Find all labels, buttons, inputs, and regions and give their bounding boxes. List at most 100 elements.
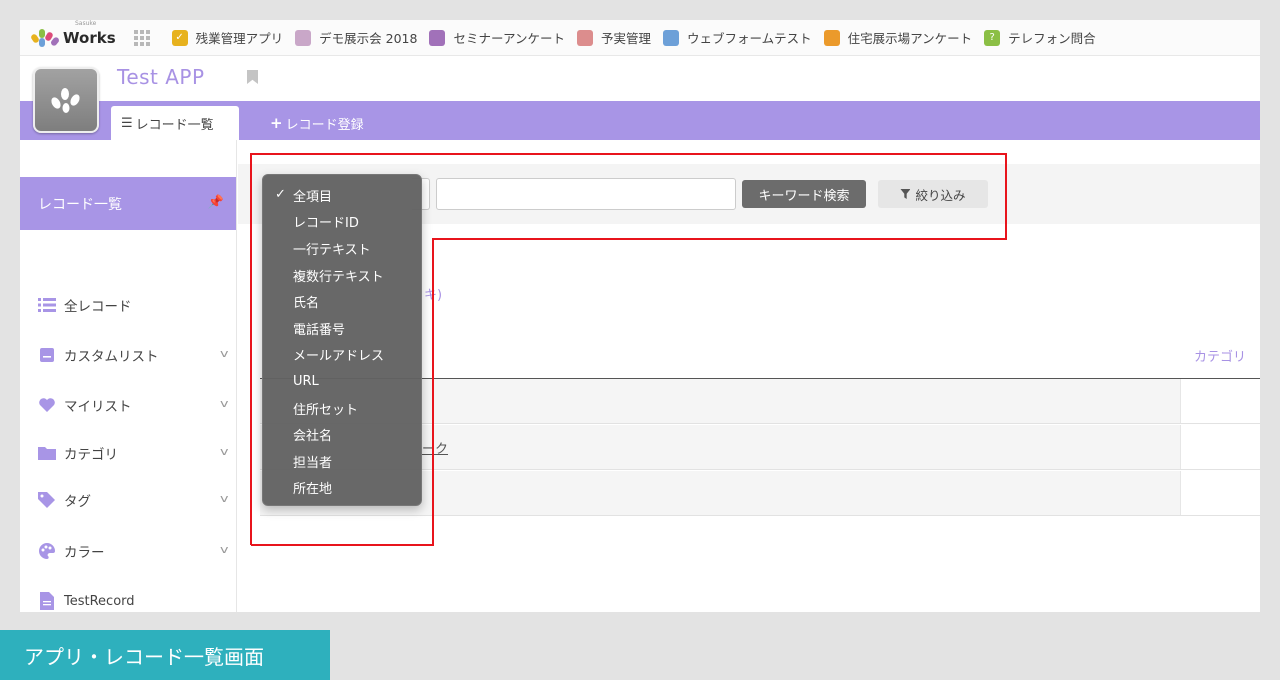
dropdown-option[interactable]: 氏名 [263, 288, 421, 315]
dropdown-option[interactable]: レコードID [263, 209, 421, 236]
bookmark-item[interactable]: セミナーアンケート [429, 28, 565, 47]
dropdown-option-label: 複数行テキスト [293, 269, 384, 285]
top-bar: Sasuke Works ✓ 残業管理アプリ デモ展示会 2018 セミナーアンケート… [20, 20, 1260, 56]
palette-icon [38, 543, 56, 559]
bookmark-item[interactable]: ? テレフォン問合 [984, 28, 1096, 47]
sidebar-item-label: カスタムリスト [64, 349, 159, 365]
app-title: Test APP [117, 65, 205, 89]
field-dropdown-menu[interactable]: ✓ 全項目レコードID 一行テキスト 複数行テキスト 氏名電話番号メールアドレス URL 住… [262, 174, 422, 506]
dropdown-option-label: 全項目 [293, 189, 333, 205]
app-icon [662, 29, 679, 46]
tab-record-list[interactable]: ☰ レコード一覧 [111, 106, 239, 140]
partial-cell-text[interactable]: ーク [422, 438, 448, 457]
dropdown-option[interactable]: 住所セット [263, 395, 421, 422]
sidebar-item-1[interactable]: 全レコード [38, 293, 228, 317]
bookmark-label: テレフォン問合 [1008, 31, 1096, 46]
dropdown-option[interactable]: メールアドレス [263, 342, 421, 369]
dropdown-option-label: 会社名 [293, 429, 333, 445]
dropdown-option[interactable]: 担当者 [263, 448, 421, 475]
logo-mark-icon [29, 28, 61, 47]
dropdown-option-label: 担当者 [293, 455, 333, 471]
tab-record-add-label: レコード登録 [285, 117, 364, 133]
sidebar-item-3[interactable]: マイリスト v [38, 393, 229, 417]
sidebar-item-label: 全レコード [64, 299, 132, 315]
dropdown-option-label: 氏名 [293, 296, 320, 312]
document-icon [38, 592, 56, 610]
bookmark-label: 住宅展示場アンケート [847, 31, 973, 46]
sidebar-item-label: マイリスト [64, 399, 132, 415]
dropdown-option-label: 一行テキスト [293, 242, 371, 258]
app-icon [33, 67, 99, 133]
dropdown-option[interactable]: ✓ 全項目 [263, 182, 421, 209]
sidebar-header[interactable]: レコード一覧 📌 [20, 177, 236, 230]
app-grid-icon[interactable] [133, 29, 150, 46]
bookmark-item[interactable]: ✓ 残業管理アプリ [171, 28, 284, 47]
sidebar: レコード一覧 📌 全レコードカスタムリスト v マイリスト v カテゴリ v タグ v カラー v… [20, 140, 237, 612]
dropdown-option[interactable]: 所在地 [263, 475, 421, 502]
column-header-category[interactable]: カテゴリ [1194, 346, 1246, 365]
list-icon: ☰ [121, 115, 133, 131]
sidebar-item-label: TestRecord [64, 593, 135, 609]
list-icon [38, 297, 56, 313]
pin-icon[interactable]: 📌 [208, 195, 224, 210]
dropdown-option[interactable]: 会社名 [263, 421, 421, 448]
custom-list-icon [38, 347, 56, 363]
bookmark-item[interactable]: ウェブフォームテスト [662, 28, 812, 47]
bookmark-item[interactable]: デモ展示会 2018 [295, 28, 417, 47]
app-icon [823, 29, 840, 46]
tab-record-add[interactable]: + レコード登録 [260, 106, 374, 140]
keyword-search-button[interactable]: キーワード検索 [742, 180, 866, 208]
tab-record-list-label: レコード一覧 [135, 117, 214, 133]
dropdown-option[interactable]: 複数行テキスト [263, 262, 421, 289]
chevron-down-icon[interactable]: v [221, 492, 229, 505]
sidebar-item-label: カテゴリ [64, 447, 118, 463]
filter-button-label: 絞り込み [915, 187, 966, 203]
dropdown-option[interactable]: URL [263, 368, 421, 395]
dropdown-option[interactable]: 一行テキスト [263, 235, 421, 262]
sidebar-item-label: タグ [64, 494, 91, 510]
sidebar-item-7[interactable]: TestRecord [38, 589, 228, 612]
bookmark-icon[interactable] [247, 70, 258, 84]
dropdown-option-label: 電話番号 [293, 322, 346, 338]
dropdown-option-label: レコードID [293, 216, 359, 232]
dropdown-option-label: 所在地 [293, 482, 333, 498]
plus-icon: + [270, 114, 283, 132]
works-logo[interactable]: Sasuke Works [29, 20, 116, 47]
bookmark-item[interactable]: 予実管理 [576, 28, 651, 47]
chevron-down-icon[interactable]: v [221, 397, 229, 410]
bookmark-label: セミナーアンケート [453, 31, 565, 46]
sidebar-item-label: カラー [64, 545, 105, 561]
heart-icon [38, 397, 56, 413]
filter-button[interactable]: 絞り込み [878, 180, 988, 208]
tab-bar: ☰ レコード一覧 + レコード登録 [20, 101, 1260, 140]
app-icon [429, 29, 446, 46]
sidebar-item-6[interactable]: カラー v [38, 539, 229, 563]
logo-text: Works [63, 29, 116, 47]
logo-subtext: Sasuke [75, 20, 97, 27]
app-icon [576, 29, 593, 46]
app-screenshot: Sasuke Works ✓ 残業管理アプリ デモ展示会 2018 セミナーアンケート… [20, 20, 1260, 612]
sidebar-item-2[interactable]: カスタムリスト v [38, 343, 229, 367]
bookmark-label: 残業管理アプリ [195, 31, 284, 46]
dropdown-option-label: URL [293, 373, 319, 389]
dropdown-option-label: メールアドレス [293, 349, 385, 365]
app-icon: ? [984, 29, 1001, 46]
chevron-down-icon[interactable]: v [221, 347, 229, 360]
app-icon: ✓ [171, 29, 188, 46]
app-icon [295, 29, 312, 46]
sidebar-item-4[interactable]: カテゴリ v [38, 441, 229, 465]
folder-icon [38, 445, 56, 461]
bookmark-label: ウェブフォームテスト [686, 31, 812, 46]
bookmark-label: デモ展示会 2018 [319, 31, 418, 46]
chevron-down-icon[interactable]: v [221, 543, 229, 556]
tag-icon [38, 492, 56, 508]
keyword-input[interactable] [436, 178, 736, 210]
checkmark-icon: ✓ [275, 187, 286, 202]
bookmark-item[interactable]: 住宅展示場アンケート [823, 28, 973, 47]
dropdown-option[interactable]: 電話番号 [263, 315, 421, 342]
sidebar-item-5[interactable]: タグ v [38, 488, 229, 512]
dropdown-option-label: 住所セット [293, 402, 359, 418]
chevron-down-icon[interactable]: v [221, 445, 229, 458]
partial-link[interactable]: キ) [424, 284, 442, 303]
caption-label: アプリ・レコード一覧画面 [0, 630, 330, 680]
